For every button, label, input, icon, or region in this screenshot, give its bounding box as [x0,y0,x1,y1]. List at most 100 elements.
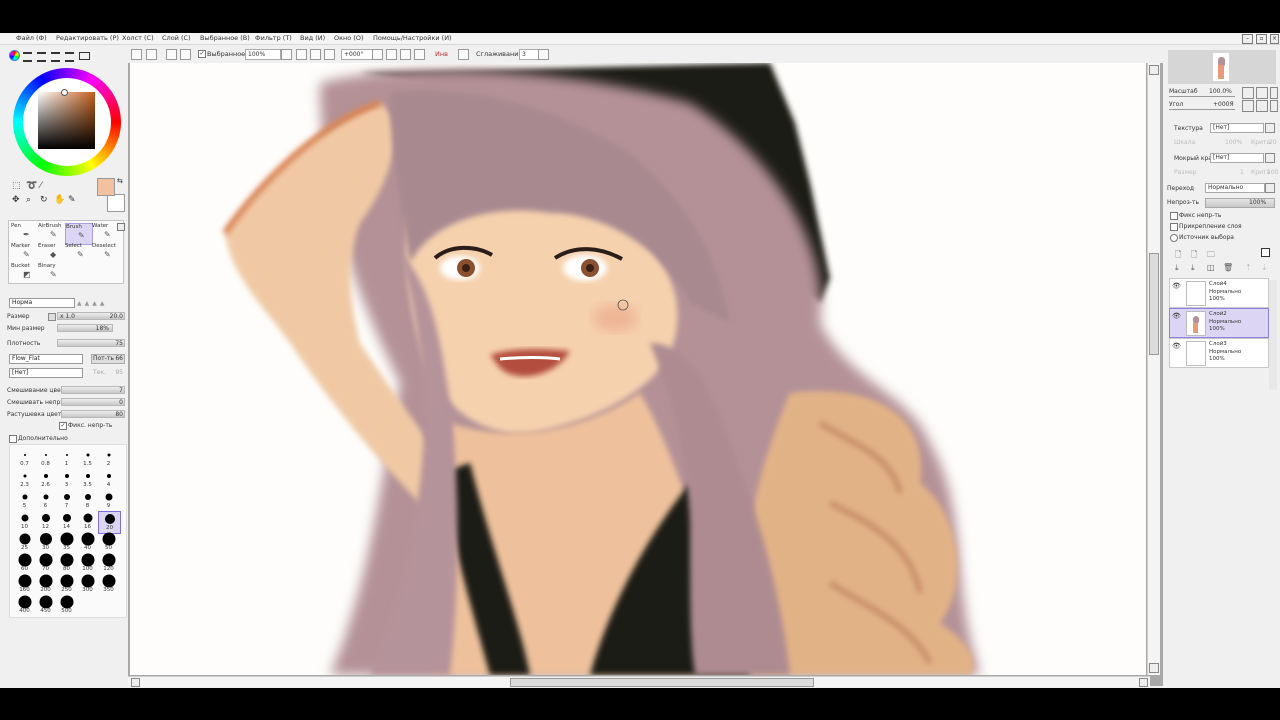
rotation-field[interactable]: +000° [341,49,373,60]
brush-size-option[interactable]: 400 [14,595,35,616]
drawing-canvas[interactable] [130,63,1146,675]
brush-size-option[interactable]: 5 [14,490,35,511]
eye-icon[interactable]: 👁 [1172,312,1181,320]
scratchpad-icon[interactable] [79,52,90,60]
saturation-value-square[interactable] [38,92,95,149]
menu-layer[interactable]: Слой (С) [162,34,191,42]
tool-binary[interactable]: Binary ✎ [38,263,64,283]
restore-icon[interactable]: ▫ [1256,34,1267,44]
tool-deselect[interactable]: Deselect ✎ [92,243,118,263]
hsv-slider-mode-icon[interactable] [37,52,46,62]
brush-size-option[interactable]: 50 [98,532,119,553]
tool-eraser[interactable]: Eraser ◆ [38,243,64,263]
scroll-down-icon[interactable] [1149,663,1159,673]
brush-size-option[interactable]: 0.7 [14,448,35,469]
brush-size-option[interactable]: 1 [56,448,77,469]
rotate-cw-icon[interactable] [386,49,397,60]
layer-item-selected[interactable]: 👁 Слой2 Нормально 100% [1169,308,1269,338]
hand-icon[interactable]: ✋ [54,195,65,205]
brush-size-option[interactable]: 60 [14,553,35,574]
smoothing-dropdown-icon[interactable] [538,49,549,60]
eye-icon[interactable]: 👁 [1172,342,1181,350]
layer-panel-menu-icon[interactable] [1261,248,1270,257]
brush-size-option[interactable]: 10 [14,511,35,532]
menu-window[interactable]: Окно (О) [334,34,364,42]
size-lock-icon[interactable] [48,313,56,321]
user-swatch-icon[interactable] [65,52,74,62]
move-icon[interactable]: ✥ [12,195,20,205]
menu-file[interactable]: Файл (Ф) [16,34,47,42]
brush-size-option[interactable]: 35 [56,532,77,553]
brush-size-option[interactable]: 4 [98,469,119,490]
menu-selection[interactable]: Выбранное (В) [200,34,250,42]
canvas-vertical-scrollbar[interactable] [1147,63,1160,675]
advanced-checkbox[interactable] [9,435,17,443]
tool-marker[interactable]: Marker ✎ [11,243,37,263]
layer-list-scrollbar[interactable] [1269,280,1277,390]
layer-blend-select[interactable]: Нормально [1205,183,1265,193]
delete-layer-icon[interactable]: 🗑 [1223,263,1233,272]
nav-zoom-slider[interactable] [1169,96,1235,97]
flip-horizontal-button[interactable]: Инв [435,50,448,58]
menu-edit[interactable]: Редактировать (Р) [56,34,119,42]
close-icon[interactable]: × [1270,34,1279,44]
brush-size-option[interactable]: 40 [77,532,98,553]
brush-size-option[interactable]: 8 [77,490,98,511]
tool-pen[interactable]: Pen ✒ [11,223,37,243]
brush-size-option[interactable]: 30 [35,532,56,553]
brush-size-option[interactable]: 7 [56,490,77,511]
brush-size-option[interactable]: 2 [98,448,119,469]
rotate-icon[interactable]: ↻ [40,195,48,205]
tool-brush[interactable]: Brush ✎ [65,223,93,245]
redo-icon[interactable] [146,49,157,60]
texture-dropdown-icon[interactable] [1265,123,1275,133]
keep-opacity-checkbox[interactable]: ✓ [59,422,67,430]
nav-zoom-reset-icon[interactable] [1270,87,1278,99]
zoom-in-icon[interactable] [310,49,321,60]
selection-source-checkbox[interactable] [1170,234,1178,242]
nav-zoom-in-icon[interactable] [1256,87,1268,99]
texture-select[interactable]: [Нет] [1210,123,1264,133]
blend-mode-select[interactable]: Норма [9,298,75,308]
nav-rotate-cw-icon[interactable] [1256,100,1268,112]
brush-size-option[interactable]: 25 [14,532,35,553]
new-layer-icon[interactable]: 🗋 [1175,249,1181,263]
rgb-slider-mode-icon[interactable] [23,52,32,62]
brush-size-option[interactable]: 160 [14,574,35,595]
hue-cursor[interactable] [61,89,68,96]
brush-size-option[interactable]: 12 [35,511,56,532]
clear-layer-icon[interactable]: ◫ [1207,263,1215,272]
brush-shape-icons[interactable]: ▲▲▲▲ [77,300,107,307]
swatch-mode-icon[interactable] [51,52,60,62]
paper-texture-select[interactable]: [Нет] [9,368,83,378]
layer-item[interactable]: 👁 Слой4 Нормально 100% [1169,278,1269,308]
brush-size-option[interactable]: 20 [98,511,121,534]
brush-size-option[interactable]: 450 [35,595,56,616]
brush-size-option[interactable]: 500 [56,595,77,616]
color-wheel-mode-icon[interactable] [9,50,20,61]
undo-icon[interactable] [131,49,142,60]
nav-angle-slider[interactable] [1169,109,1235,110]
wet-edge-dropdown-icon[interactable] [1265,153,1275,163]
layer-blend-dropdown-icon[interactable] [1265,183,1275,193]
brush-size-option[interactable]: 100 [77,553,98,574]
brush-size-option[interactable]: 1.5 [77,448,98,469]
foreground-color-swatch[interactable] [97,178,115,196]
brush-size-option[interactable]: 16 [77,511,98,532]
brush-size-option[interactable]: 3 [56,469,77,490]
eyedropper-icon[interactable]: ✎ [68,195,76,205]
layer-up-icon[interactable]: ⇡ [1245,263,1252,272]
brush-size-option[interactable]: 0.8 [35,448,56,469]
deselect-icon[interactable] [166,49,177,60]
brush-size-option[interactable]: 80 [56,553,77,574]
zoom-field[interactable]: 100% [245,49,281,60]
brush-size-option[interactable]: 200 [35,574,56,595]
rect-select-icon[interactable]: ⬚ [12,181,21,191]
minimize-icon[interactable]: – [1242,34,1253,44]
brush-size-option[interactable]: 250 [56,574,77,595]
size-multiplier[interactable]: x 1.0 [60,313,75,320]
tool-bucket[interactable]: Bucket ◩ [11,263,37,283]
fix-opacity-checkbox[interactable] [1170,212,1178,220]
brush-size-option[interactable]: 2.6 [35,469,56,490]
selection-visible-checkbox[interactable]: ✓ [198,50,206,58]
